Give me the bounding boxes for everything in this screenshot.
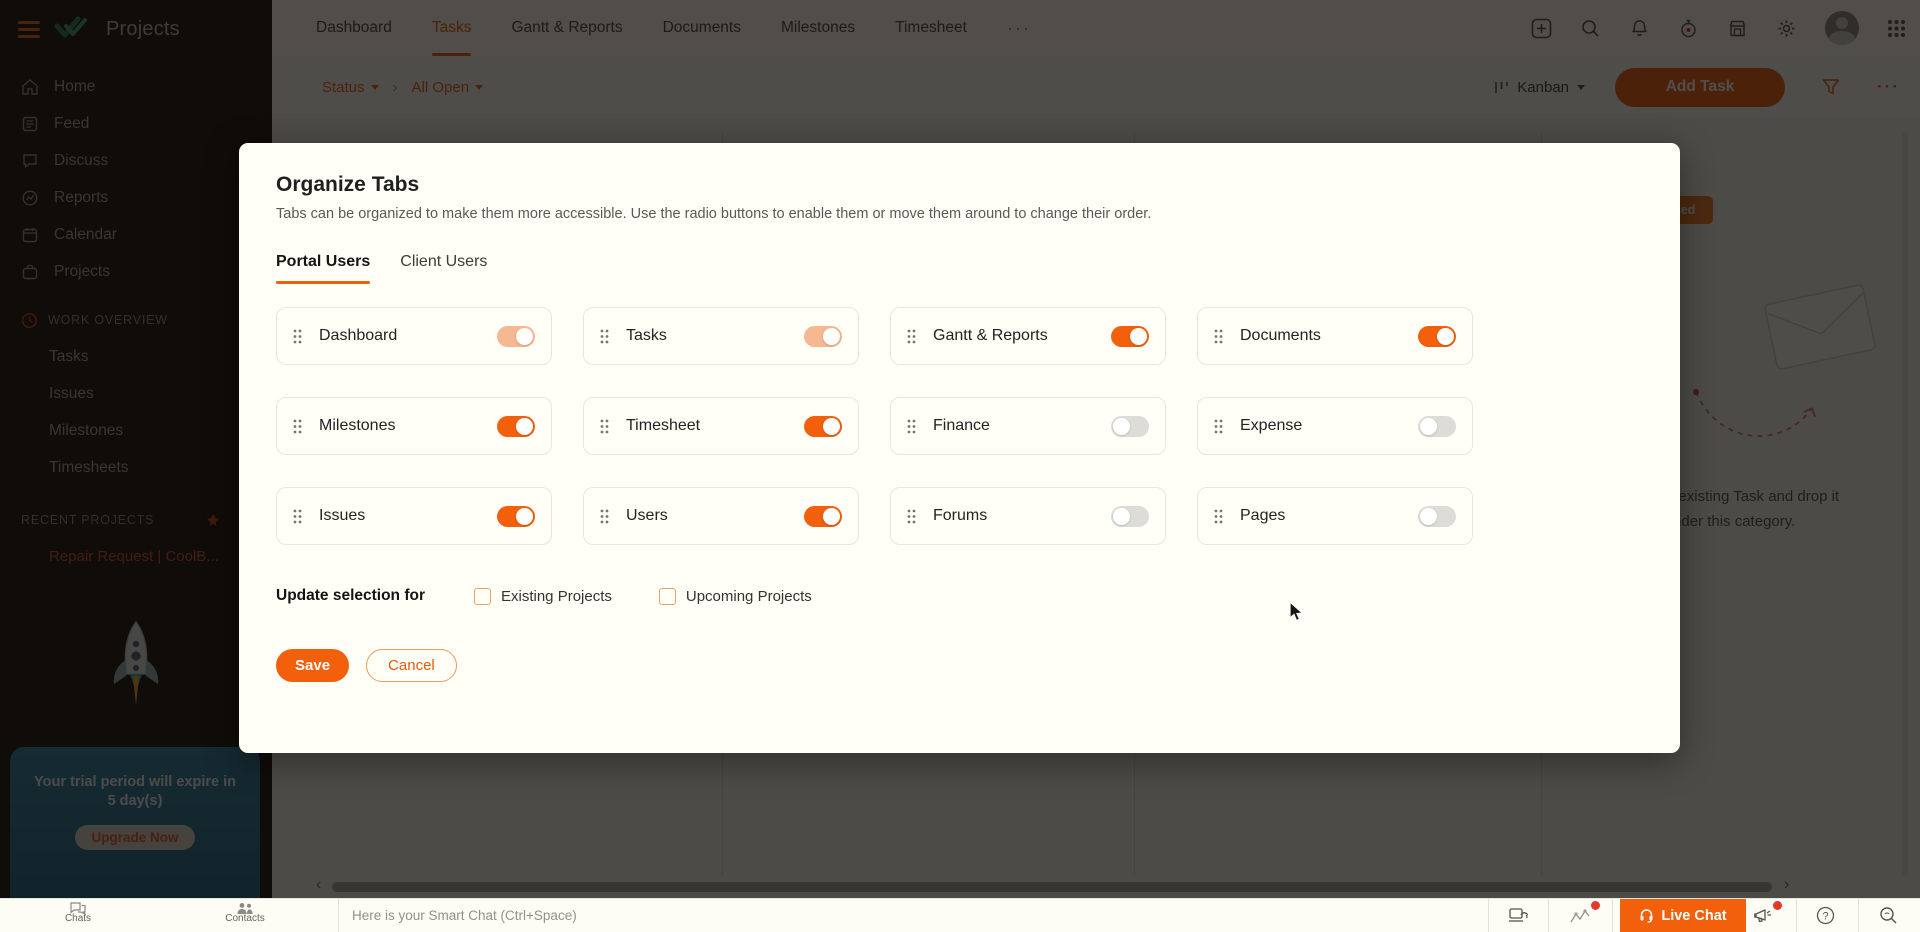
update-selection-label: Update selection for (276, 587, 425, 604)
tab-card-label: Issues (319, 507, 366, 524)
finance-toggle[interactable] (1111, 415, 1149, 437)
drag-handle-icon[interactable] (600, 509, 609, 524)
chats-button[interactable]: Chats (43, 900, 113, 924)
team-activity-icon (1570, 908, 1590, 922)
team-activity-button[interactable] (1552, 899, 1608, 932)
drag-handle-icon[interactable] (293, 419, 302, 434)
meeting-device-button[interactable] (1490, 899, 1546, 932)
contacts-button[interactable]: Contacts (210, 900, 280, 924)
tab-card-finance: Finance (890, 397, 1166, 455)
contacts-label: Contacts (225, 913, 265, 924)
magnifier-icon (1879, 907, 1896, 924)
tab-card-milestones: Milestones (276, 397, 552, 455)
issues-toggle[interactable] (497, 505, 535, 527)
modal-buttons: Save Cancel (276, 649, 1643, 682)
save-button[interactable]: Save (276, 649, 350, 682)
pages-toggle[interactable] (1418, 505, 1456, 527)
tab-card-dashboard: Dashboard (276, 307, 552, 365)
tab-card-timesheet: Timesheet (583, 397, 859, 455)
forums-toggle[interactable] (1111, 505, 1149, 527)
drag-handle-icon[interactable] (1214, 509, 1223, 524)
bottom-bar-divider (1488, 899, 1489, 932)
bottom-bar-divider (338, 899, 339, 932)
megaphone-icon (1754, 909, 1771, 923)
tasks-toggle[interactable] (804, 325, 842, 347)
notification-dot (1591, 901, 1600, 910)
tab-card-pages: Pages (1197, 487, 1473, 545)
drag-handle-icon[interactable] (1214, 419, 1223, 434)
tab-card-documents: Documents (1197, 307, 1473, 365)
dashboard-toggle[interactable] (497, 325, 535, 347)
tab-card-label: Documents (1240, 327, 1321, 344)
drag-handle-icon[interactable] (907, 329, 916, 344)
tab-card-expense: Expense (1197, 397, 1473, 455)
upcoming-projects-label: Upcoming Projects (685, 587, 812, 605)
modal-title: Organize Tabs (276, 173, 420, 196)
tab-portal-users[interactable]: Portal Users (276, 253, 371, 284)
drag-handle-icon[interactable] (600, 419, 609, 434)
headset-icon (1640, 909, 1653, 923)
modal-description: Tabs can be organized to make them more … (276, 206, 1152, 222)
zia-search-button[interactable] (1860, 899, 1916, 932)
bottom-bar-divider (1858, 899, 1859, 932)
gantt-reports-toggle[interactable] (1111, 325, 1149, 347)
tab-card-label: Expense (1240, 417, 1303, 434)
documents-toggle[interactable] (1418, 325, 1456, 347)
tab-client-users[interactable]: Client Users (400, 253, 487, 284)
announcements-button[interactable] (1735, 899, 1791, 932)
tab-card-label: Pages (1240, 507, 1286, 524)
bottom-bar-divider (1612, 899, 1613, 932)
existing-projects-checkbox[interactable] (474, 587, 491, 605)
timesheet-toggle[interactable] (804, 415, 842, 437)
tab-card-label: Dashboard (319, 327, 398, 344)
help-icon: ? (1816, 906, 1834, 925)
milestones-toggle[interactable] (497, 415, 535, 437)
tab-card-gantt-reports: Gantt & Reports (890, 307, 1166, 365)
drag-handle-icon[interactable] (600, 329, 609, 344)
live-chat-button[interactable]: Live Chat (1620, 899, 1746, 932)
tab-card-issues: Issues (276, 487, 552, 545)
help-button[interactable]: ? (1797, 899, 1853, 932)
bottom-bar: Chats Contacts Live Chat ? (0, 898, 1920, 932)
notification-dot (1773, 901, 1782, 910)
tab-card-label: Finance (933, 417, 990, 434)
expense-toggle[interactable] (1418, 415, 1456, 437)
upcoming-projects-checkbox[interactable] (658, 587, 676, 605)
live-chat-label: Live Chat (1661, 907, 1727, 924)
smart-chat-input[interactable] (352, 899, 1172, 932)
existing-projects-label: Existing Projects (501, 587, 612, 605)
tab-card-users: Users (583, 487, 859, 545)
device-headset-icon (1509, 908, 1528, 922)
drag-handle-icon[interactable] (907, 419, 916, 434)
svg-text:?: ? (1822, 911, 1828, 923)
tab-card-label: Forums (933, 507, 988, 524)
drag-handle-icon[interactable] (293, 329, 302, 344)
tab-card-label: Gantt & Reports (933, 327, 1048, 344)
tab-card-label: Timesheet (626, 417, 701, 434)
modal-tabs: Portal Users Client Users (276, 253, 1643, 284)
tab-card-label: Milestones (319, 417, 396, 434)
drag-handle-icon[interactable] (907, 509, 916, 524)
users-toggle[interactable] (804, 505, 842, 527)
existing-projects-option: Existing Projects (474, 587, 612, 605)
upcoming-projects-option: Upcoming Projects (658, 587, 812, 605)
update-selection-row: Update selection for Existing Projects U… (276, 587, 1643, 605)
tab-card-tasks: Tasks (583, 307, 859, 365)
bottom-bar-divider (1548, 899, 1549, 932)
drag-handle-icon[interactable] (1214, 329, 1223, 344)
cancel-button[interactable]: Cancel (366, 649, 457, 682)
tab-card-label: Tasks (626, 327, 667, 344)
tab-cards-grid: Dashboard Tasks Gantt & Reports Document… (276, 307, 1643, 545)
drag-handle-icon[interactable] (293, 509, 302, 524)
tab-card-forums: Forums (890, 487, 1166, 545)
chats-label: Chats (64, 913, 92, 924)
tab-card-label: Users (626, 507, 668, 524)
organize-tabs-modal: Organize Tabs Tabs can be organized to m… (239, 143, 1680, 753)
